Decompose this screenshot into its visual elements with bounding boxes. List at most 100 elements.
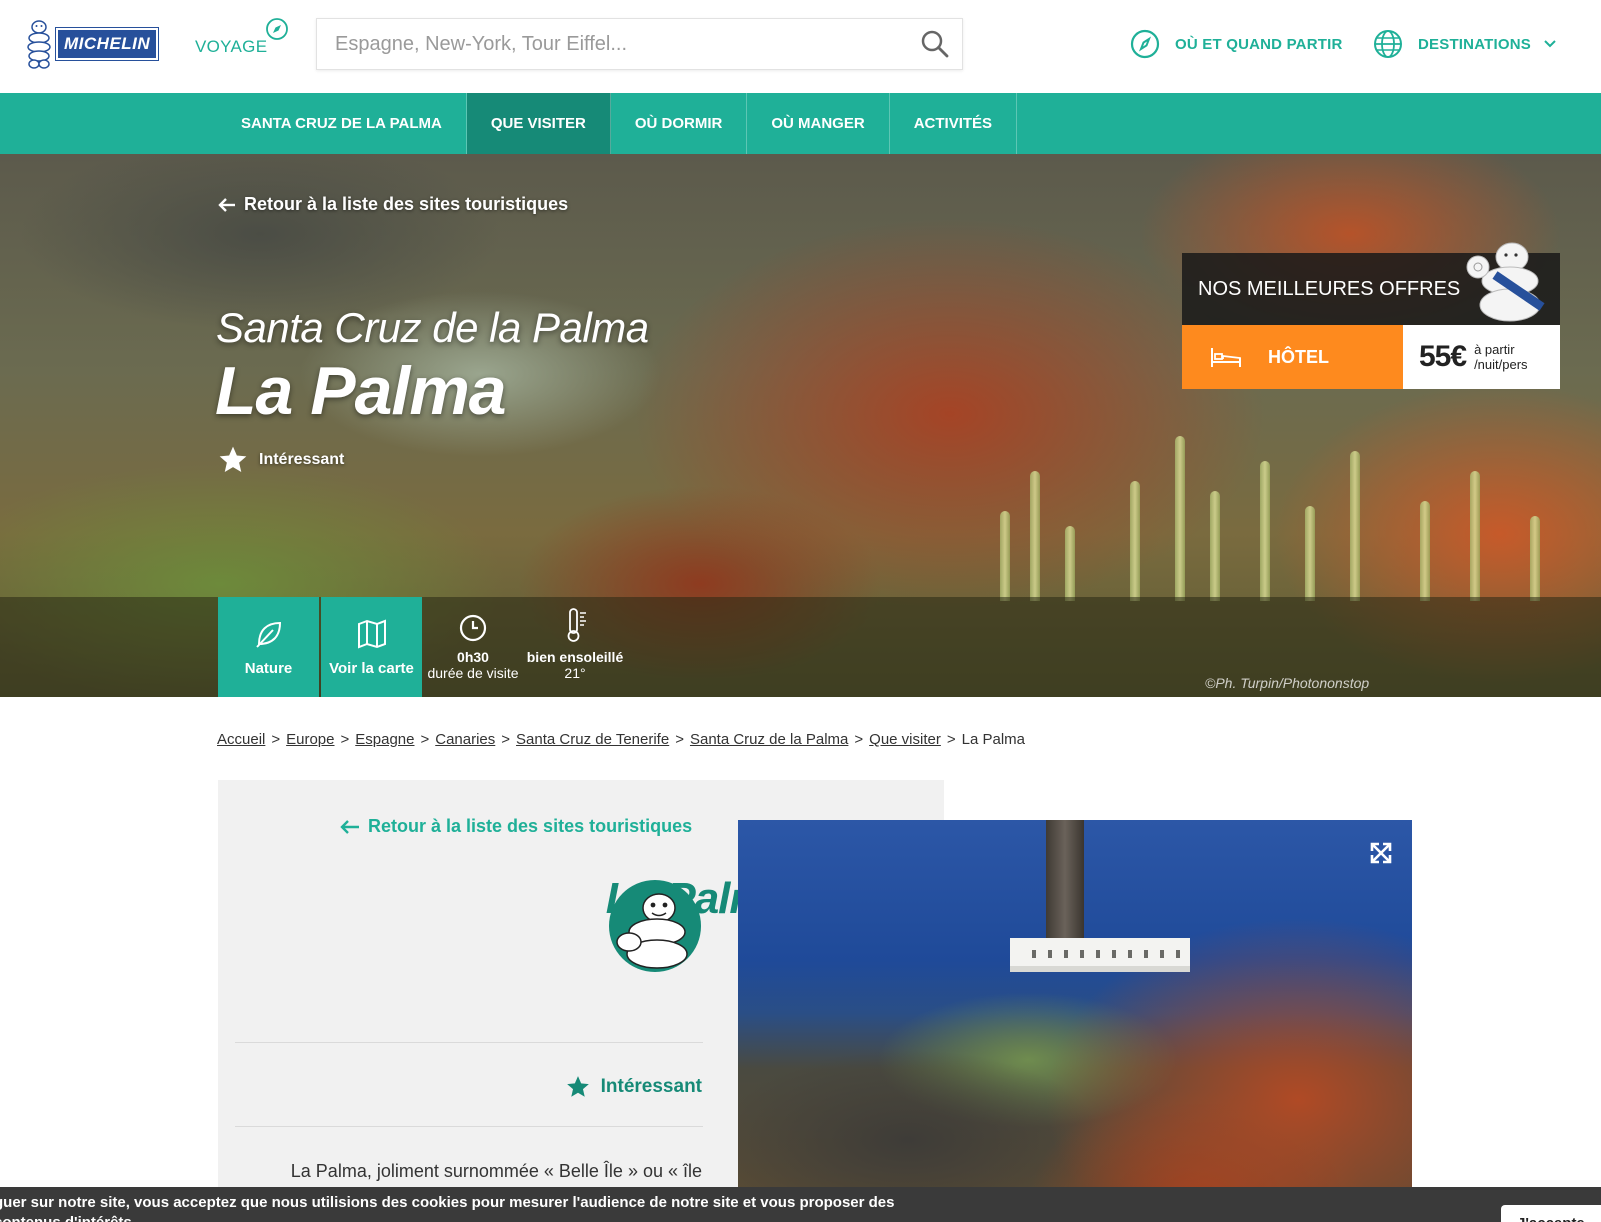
photo-lighthouse — [1046, 820, 1084, 950]
hero-back-link[interactable]: Retour à la liste des sites touristiques — [218, 194, 568, 215]
hero-photo-detail — [1175, 436, 1185, 601]
bibendum-avatar — [609, 880, 701, 972]
destinations-label: DESTINATIONS — [1418, 35, 1531, 53]
hero-rating-label: Intéressant — [259, 451, 345, 468]
breadcrumb-separator: > — [420, 731, 430, 748]
weather-label: bien ensoleillé — [526, 649, 624, 665]
michelin-logo[interactable]: MICHELIN — [24, 18, 184, 70]
where-when-label: OÙ ET QUAND PARTIR — [1175, 35, 1343, 53]
divider — [235, 1042, 703, 1043]
thermometer-icon — [567, 608, 586, 642]
hero-photo-detail — [1000, 511, 1010, 601]
card-back-label: Retour à la liste des sites touristiques — [368, 816, 693, 836]
bed-icon — [1211, 348, 1241, 367]
hero-photo-detail — [1030, 471, 1040, 601]
breadcrumb-separator: > — [501, 731, 511, 748]
hotel-offer-row[interactable]: HÔTEL 55€ à partir /nuit/pers — [1182, 325, 1560, 389]
breadcrumb-separator: > — [854, 731, 864, 748]
card-description: La Palma, joliment surnommée « Belle Île… — [290, 1161, 702, 1181]
offers-title: NOS MEILLEURES OFFRES — [1198, 278, 1461, 300]
card-rating-label: Intéressant — [600, 1076, 702, 1097]
section-tabs: SANTA CRUZ DE LA PALMA QUE VISITER OÙ DO… — [217, 93, 1018, 164]
arrow-left-icon — [340, 819, 359, 834]
tab-que-visiter[interactable]: QUE VISITER — [466, 93, 611, 164]
hero-photo-detail — [1065, 526, 1075, 601]
weather-info: bien ensoleillé 21° — [525, 597, 625, 697]
breadcrumb-link[interactable]: Europe — [286, 731, 334, 748]
globe-icon — [1374, 30, 1402, 58]
site-header: MICHELIN VOYAGE OÙ ET QUAND PARTIR DE — [0, 0, 1601, 93]
hero-photo-detail — [1420, 501, 1430, 601]
bibendum-logo-icon — [27, 20, 51, 69]
tab-ou-manger[interactable]: OÙ MANGER — [747, 93, 890, 154]
hotel-price[interactable]: 55€ à partir /nuit/pers — [1403, 325, 1560, 389]
photo-building — [1010, 938, 1190, 972]
tab-ou-dormir[interactable]: OÙ DORMIR — [611, 93, 748, 154]
search-icon — [921, 30, 949, 58]
price-note: à partir /nuit/pers — [1474, 342, 1527, 372]
price-note-from: à partir — [1474, 342, 1515, 357]
visit-duration: 0h30 durée de visite — [423, 597, 523, 697]
hotel-label: HÔTEL — [1268, 346, 1329, 367]
search-bar — [316, 18, 963, 70]
price-value: 55€ — [1419, 340, 1467, 373]
breadcrumb-link[interactable]: Espagne — [355, 731, 414, 748]
view-map-tile[interactable]: Voir la carte — [321, 597, 422, 697]
breadcrumb: Accueil > Europe > Espagne > Canaries > … — [217, 731, 1025, 748]
breadcrumb-link[interactable]: Accueil — [217, 731, 265, 748]
divider — [235, 1126, 703, 1127]
chevron-down-icon — [1544, 40, 1556, 48]
cookie-text: guer sur notre site, vous acceptez que n… — [0, 1194, 895, 1222]
breadcrumb-separator: > — [271, 731, 281, 748]
arrow-left-icon — [218, 197, 235, 212]
nature-tile[interactable]: Nature — [218, 597, 319, 697]
hero-banner: Retour à la liste des sites touristiques… — [0, 154, 1601, 697]
hero-photo-detail — [1350, 451, 1360, 601]
search-input[interactable] — [317, 19, 908, 69]
breadcrumb-link[interactable]: Santa Cruz de Tenerife — [516, 731, 669, 748]
hero-photo-detail — [1530, 516, 1540, 601]
hero-photo-detail — [1210, 491, 1220, 601]
leaf-icon — [255, 621, 281, 648]
hero-photo-detail — [1470, 471, 1480, 601]
site-photo[interactable] — [738, 820, 1412, 1222]
cookie-banner: guer sur notre site, vous acceptez que n… — [0, 1187, 1601, 1222]
duration-value: 0h30 — [457, 649, 489, 665]
breadcrumb-separator: > — [340, 731, 350, 748]
compass-badge-icon — [266, 18, 288, 40]
bibendum-icon — [616, 893, 688, 969]
destinations-menu[interactable]: DESTINATIONS — [1373, 29, 1557, 59]
hero-rating: Intéressant — [217, 444, 344, 476]
hero-subtitle: Santa Cruz de la Palma — [216, 304, 649, 351]
bibendum-ok-icon — [1466, 242, 1545, 322]
card-rating: Intéressant — [565, 1074, 702, 1100]
breadcrumb-link[interactable]: Santa Cruz de la Palma — [690, 731, 848, 748]
tab-santa-cruz-de-la-palma[interactable]: SANTA CRUZ DE LA PALMA — [217, 93, 467, 154]
section-nav: SANTA CRUZ DE LA PALMA QUE VISITER OÙ DO… — [0, 93, 1601, 164]
breadcrumb-separator: > — [946, 731, 956, 748]
search-button[interactable] — [908, 19, 962, 69]
photo-credit: ©Ph. Turpin/Photononstop — [1205, 675, 1370, 691]
best-offers-box: NOS MEILLEURES OFFRES HÔTEL 55€ à partir… — [1182, 242, 1560, 389]
duration-label: durée de visite — [427, 665, 519, 681]
clock-icon — [459, 614, 487, 642]
breadcrumb-link[interactable]: Que visiter — [869, 731, 941, 748]
hero-back-label: Retour à la liste des sites touristiques — [244, 194, 569, 214]
michelin-wordmark: MICHELIN — [54, 27, 160, 61]
card-back-link[interactable]: Retour à la liste des sites touristiques — [340, 816, 692, 837]
cookie-accept-button[interactable]: J'accepte — [1501, 1205, 1601, 1222]
where-when-link[interactable]: OÙ ET QUAND PARTIR — [1130, 29, 1343, 59]
hero-photo-detail — [1260, 461, 1270, 601]
breadcrumb-link[interactable]: Canaries — [435, 731, 495, 748]
weather-temp: 21° — [564, 665, 586, 681]
map-icon — [357, 619, 386, 648]
voyage-label[interactable]: VOYAGE — [195, 37, 267, 57]
view-map-label: Voir la carte — [329, 659, 414, 677]
expand-icon[interactable] — [1369, 841, 1393, 865]
tab-activites[interactable]: ACTIVITÉS — [890, 93, 1018, 154]
star-icon — [566, 1076, 589, 1097]
breadcrumb-separator: > — [675, 731, 684, 748]
hotel-offer-button[interactable]: HÔTEL — [1182, 325, 1403, 389]
compass-icon — [1130, 29, 1160, 59]
breadcrumb-current: La Palma — [961, 731, 1025, 748]
